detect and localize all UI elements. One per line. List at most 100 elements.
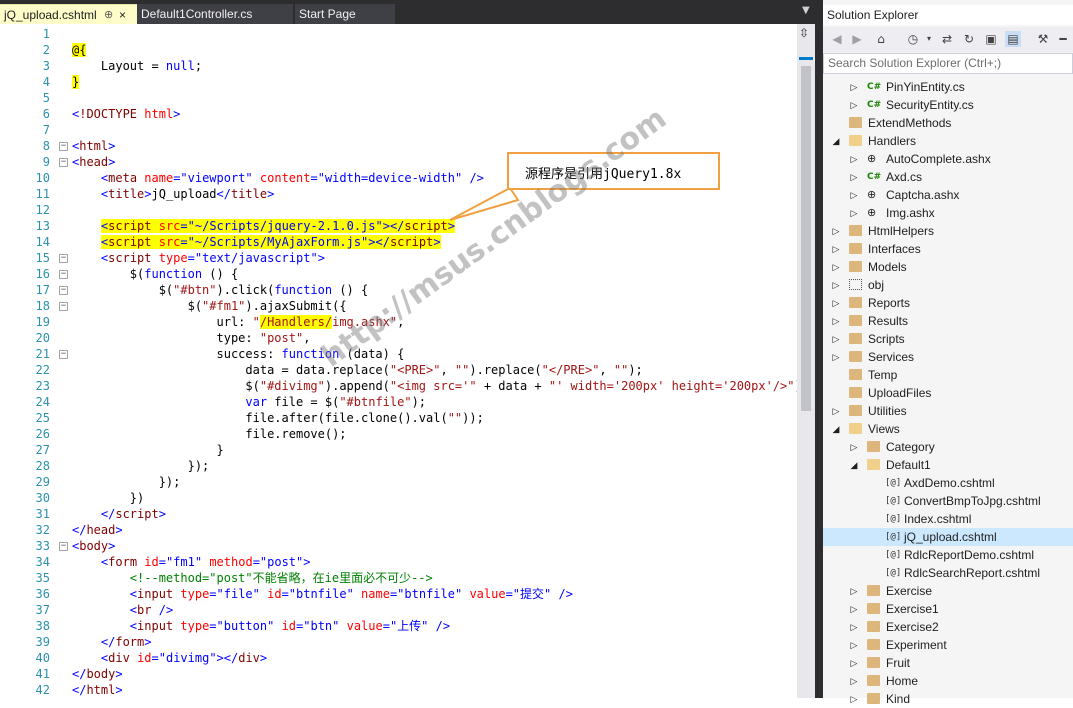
tree-item[interactable]: ▷ obj xyxy=(823,276,1073,294)
tree-item[interactable]: ▷ Exercise2 xyxy=(823,618,1073,636)
collapse-toggle-icon[interactable]: − xyxy=(59,542,68,551)
code-editor[interactable]: 1 2 @{3 Layout = null; 4} 5 6 <!DOCTYPE html> 7… xyxy=(0,24,809,698)
code-line[interactable]: 41 </body> xyxy=(0,666,797,682)
tree-item[interactable]: ▷ Interfaces xyxy=(823,240,1073,258)
code-line[interactable]: 31 </script> xyxy=(0,506,797,522)
tree-item[interactable]: ◢ Views xyxy=(823,420,1073,438)
close-icon[interactable]: × xyxy=(119,5,126,24)
tree-item[interactable]: ▷ HtmlHelpers xyxy=(823,222,1073,240)
collapsed-arrow-icon[interactable]: ▷ xyxy=(831,294,841,312)
tree-item[interactable]: [@] jQ_upload.cshtml xyxy=(823,528,1073,546)
pin-icon[interactable]: ━ xyxy=(1055,31,1071,47)
code-line[interactable]: 29 }); xyxy=(0,474,797,490)
collapsed-arrow-icon[interactable]: ▷ xyxy=(831,240,841,258)
code-line[interactable]: 36 <input type="file" id="btnfile" name=… xyxy=(0,586,797,602)
back-icon[interactable]: ◀ xyxy=(829,31,845,47)
collapsed-arrow-icon[interactable]: ▷ xyxy=(849,618,859,636)
collapsed-arrow-icon[interactable]: ▷ xyxy=(849,186,859,204)
code-line[interactable]: 16− $(function () { xyxy=(0,266,797,282)
collapsed-arrow-icon[interactable]: ▷ xyxy=(849,654,859,672)
tree-item[interactable]: ▷ Exercise1 xyxy=(823,600,1073,618)
code-line[interactable]: 6 <!DOCTYPE html> xyxy=(0,106,797,122)
tree-item[interactable]: ExtendMethods xyxy=(823,114,1073,132)
collapsed-arrow-icon[interactable]: ▷ xyxy=(831,330,841,348)
code-line[interactable]: 7 xyxy=(0,122,797,138)
code-line[interactable]: 30 }) xyxy=(0,490,797,506)
collapse-toggle-icon[interactable]: − xyxy=(59,350,68,359)
expanded-arrow-icon[interactable]: ◢ xyxy=(849,456,859,474)
collapsed-arrow-icon[interactable]: ▷ xyxy=(831,312,841,330)
tree-item[interactable]: ▷ Kind xyxy=(823,690,1073,708)
collapse-toggle-icon[interactable]: − xyxy=(59,302,68,311)
collapsed-arrow-icon[interactable]: ▷ xyxy=(849,582,859,600)
tree-item[interactable]: ▷ C# SecurityEntity.cs xyxy=(823,96,1073,114)
collapsed-arrow-icon[interactable]: ▷ xyxy=(849,204,859,222)
code-line[interactable]: 5 xyxy=(0,90,797,106)
properties-icon[interactable]: ⚒ xyxy=(1035,31,1051,47)
history-icon[interactable]: ◷ xyxy=(905,31,921,47)
tree-item[interactable]: ▷ Home xyxy=(823,672,1073,690)
code-line[interactable]: 22 data = data.replace("<PRE>", "").repl… xyxy=(0,362,797,378)
tab-jq-upload[interactable]: jQ_upload.cshtml ⊕ × xyxy=(0,4,137,24)
tree-item[interactable]: [@] ConvertBmpToJpg.cshtml xyxy=(823,492,1073,510)
code-line[interactable]: 34 <form id="fm1" method="post"> xyxy=(0,554,797,570)
collapsed-arrow-icon[interactable]: ▷ xyxy=(831,402,841,420)
code-line[interactable]: 37 <br /> xyxy=(0,602,797,618)
tree-item[interactable]: ▷ Experiment xyxy=(823,636,1073,654)
code-line[interactable]: 24 var file = $("#btnfile"); xyxy=(0,394,797,410)
show-all-files-icon[interactable]: ▤ xyxy=(1005,31,1021,47)
scrollbar-thumb[interactable] xyxy=(801,66,811,411)
code-line[interactable]: 12 xyxy=(0,202,797,218)
collapse-icon[interactable]: ▣ xyxy=(983,31,999,47)
code-line[interactable]: 3 Layout = null; xyxy=(0,58,797,74)
tree-item[interactable]: ▷ Utilities xyxy=(823,402,1073,420)
tree-item[interactable]: ▷ ⊕ AutoComplete.ashx xyxy=(823,150,1073,168)
tree-item[interactable]: ▷ Exercise xyxy=(823,582,1073,600)
code-line[interactable]: 40 <div id="divimg"></div> xyxy=(0,650,797,666)
collapsed-arrow-icon[interactable]: ▷ xyxy=(831,276,841,294)
collapsed-arrow-icon[interactable]: ▷ xyxy=(849,438,859,456)
collapsed-arrow-icon[interactable]: ▷ xyxy=(849,636,859,654)
tab-default1controller[interactable]: Default1Controller.cs xyxy=(137,4,293,24)
code-line[interactable]: 15− <script type="text/javascript"> xyxy=(0,250,797,266)
code-line[interactable]: 23 $("#divimg").append("<img src='" + da… xyxy=(0,378,809,394)
tree-item[interactable]: ▷ Results xyxy=(823,312,1073,330)
dropdown-icon[interactable]: ▾ xyxy=(921,31,937,47)
tree-item[interactable]: ◢ Handlers xyxy=(823,132,1073,150)
collapsed-arrow-icon[interactable]: ▷ xyxy=(849,150,859,168)
tree-item[interactable]: ▷ C# PinYinEntity.cs xyxy=(823,78,1073,96)
home-icon[interactable]: ⌂ xyxy=(873,31,889,47)
code-line[interactable]: 38 <input type="button" id="btn" value="… xyxy=(0,618,797,634)
tree-item[interactable]: ▷ Models xyxy=(823,258,1073,276)
code-line[interactable]: 39 </form> xyxy=(0,634,797,650)
code-line[interactable]: 21− success: function (data) { xyxy=(0,346,797,362)
code-line[interactable]: 33− <body> xyxy=(0,538,797,554)
forward-icon[interactable]: ▶ xyxy=(849,31,865,47)
split-icon[interactable]: ⇳ xyxy=(799,26,809,40)
tab-start-page[interactable]: Start Page xyxy=(295,4,395,24)
tree-item[interactable]: [@] RdlcReportDemo.cshtml xyxy=(823,546,1073,564)
sync-icon[interactable]: ⇄ xyxy=(939,31,955,47)
collapsed-arrow-icon[interactable]: ▷ xyxy=(831,348,841,366)
code-line[interactable]: 27 } xyxy=(0,442,797,458)
collapsed-arrow-icon[interactable]: ▷ xyxy=(849,78,859,96)
collapsed-arrow-icon[interactable]: ▷ xyxy=(831,222,841,240)
tree-item[interactable]: ▷ Category xyxy=(823,438,1073,456)
code-line[interactable]: 28 }); xyxy=(0,458,797,474)
solution-search-input[interactable]: Search Solution Explorer (Ctrl+;) xyxy=(823,53,1073,74)
tree-item[interactable]: UploadFiles xyxy=(823,384,1073,402)
code-line[interactable]: 20 type: "post", xyxy=(0,330,797,346)
pin-icon[interactable]: ⊕ xyxy=(104,5,113,24)
panel-divider[interactable] xyxy=(815,0,823,698)
tab-dropdown-icon[interactable]: ▼ xyxy=(802,5,810,16)
tree-item[interactable]: [@] Index.cshtml xyxy=(823,510,1073,528)
refresh-icon[interactable]: ↻ xyxy=(961,31,977,47)
tree-item[interactable]: ▷ Services xyxy=(823,348,1073,366)
collapsed-arrow-icon[interactable]: ▷ xyxy=(849,168,859,186)
code-line[interactable]: 1 xyxy=(0,26,797,42)
code-line[interactable]: 14 <script src="~/Scripts/MyAjaxForm.js"… xyxy=(0,234,797,250)
collapse-toggle-icon[interactable]: − xyxy=(59,270,68,279)
code-line[interactable]: 2 @{ xyxy=(0,42,797,58)
collapse-toggle-icon[interactable]: − xyxy=(59,142,68,151)
tree-item[interactable]: ▷ Reports xyxy=(823,294,1073,312)
